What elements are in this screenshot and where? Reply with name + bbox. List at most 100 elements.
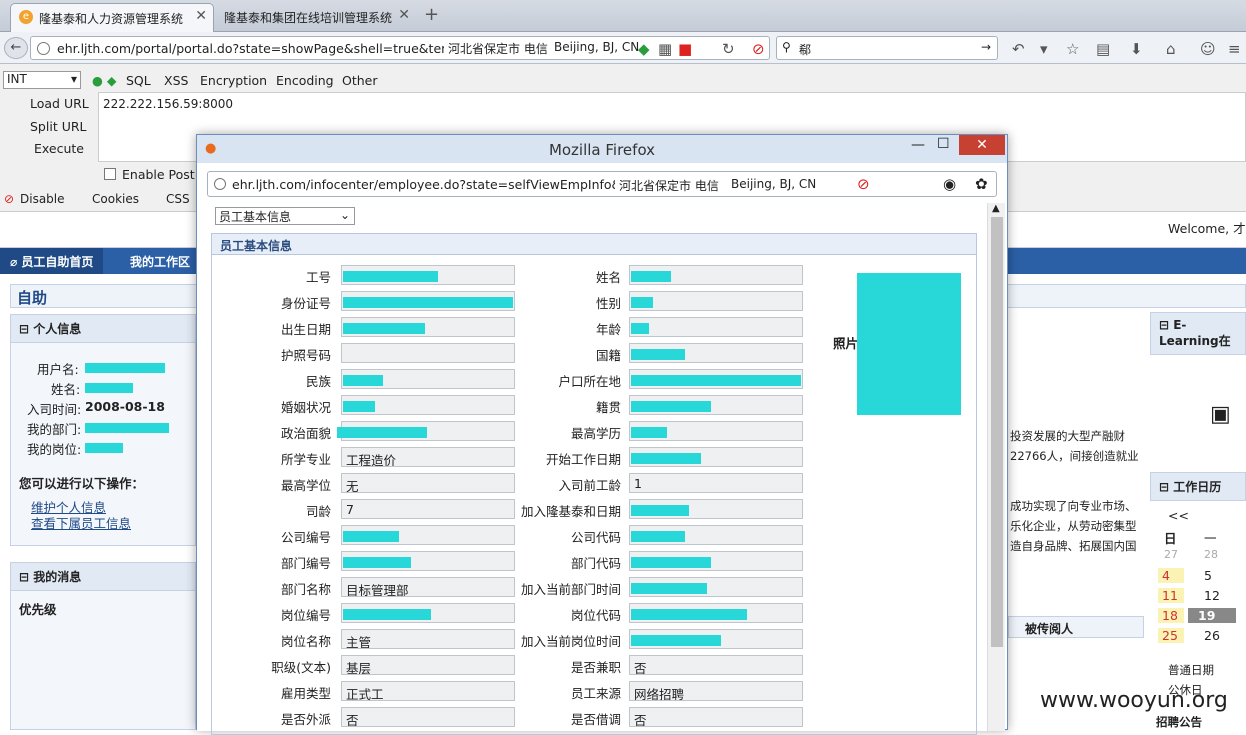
toggle-icon[interactable]: ● ◆: [92, 73, 117, 88]
block-icon[interactable]: ⊘: [752, 40, 765, 58]
calendar-day-header: 日: [1164, 531, 1177, 546]
calendar-cell[interactable]: 28: [1204, 548, 1218, 561]
left-field-value[interactable]: 基层: [341, 655, 515, 675]
chevron-down-icon: ▾: [70, 72, 77, 86]
emoji-icon[interactable]: ☺: [1200, 40, 1216, 58]
scroll-up-icon[interactable]: ▲: [992, 203, 1000, 214]
enable-post-label: Enable Post d: [122, 167, 207, 182]
calendar-cell[interactable]: 5: [1204, 568, 1212, 583]
news-line: 乐化企业，从劳动密集型: [1010, 519, 1137, 533]
new-tab-icon[interactable]: +: [424, 4, 439, 25]
right-field-value[interactable]: [629, 317, 803, 337]
right-field-value[interactable]: 1: [629, 473, 803, 493]
redaction: [343, 297, 513, 308]
left-field-value[interactable]: 无: [341, 473, 515, 493]
maximize-icon[interactable]: ☐: [937, 136, 950, 152]
calendar-cell[interactable]: 25: [1158, 628, 1184, 643]
flag-cn-icon: ■: [678, 40, 693, 58]
right-field-label: 籍贯: [595, 400, 621, 415]
go-arrow-icon[interactable]: →: [981, 40, 991, 54]
calendar-cell[interactable]: 4: [1158, 568, 1184, 583]
left-field-value[interactable]: 主管: [341, 629, 515, 649]
left-field-value[interactable]: [341, 343, 515, 363]
undo-icon[interactable]: ↶: [1012, 40, 1025, 58]
home-icon[interactable]: ⌂: [1166, 40, 1176, 58]
search-input[interactable]: ⚲ 郗 →: [776, 36, 998, 60]
left-field-label: 身份证号: [280, 296, 331, 311]
block-icon[interactable]: ⊘: [857, 175, 870, 193]
calendar-cell[interactable]: 27: [1164, 548, 1178, 561]
type-select[interactable]: INT ▾: [3, 71, 81, 89]
calendar-cell[interactable]: 12: [1204, 588, 1220, 603]
dropdown-icon[interactable]: ▾: [1040, 40, 1048, 58]
cookies-menu[interactable]: Cookies: [92, 192, 139, 206]
popup-content: 员工基本信息 ⌄ 员工基本信息 工号 身份证号 出生日期 护照号码 民族 婚姻状况 政治面貌…: [197, 203, 987, 735]
globe-tool-icon[interactable]: ◉: [943, 175, 956, 193]
menu-encoding[interactable]: Encoding: [276, 73, 334, 88]
tab-training-system[interactable]: 隆基泰和集团在线培训管理系统 ✕: [216, 3, 416, 32]
nav-home[interactable]: ⌀ 员工自助首页: [0, 248, 104, 274]
tab-label: 隆基泰和人力资源管理系统: [39, 12, 184, 26]
left-field-value[interactable]: 工程造价: [341, 447, 515, 467]
left-field-value[interactable]: 目标管理部: [341, 577, 515, 597]
calendar-header: ⊟ 工作日历: [1150, 472, 1246, 501]
close-window-button[interactable]: ✕: [959, 135, 1005, 155]
calendar-cell[interactable]: 11: [1158, 588, 1184, 603]
right-field-label: 加入当前部门时间: [520, 582, 621, 597]
right-field-value[interactable]: [629, 291, 803, 311]
disable-menu[interactable]: Disable: [20, 192, 65, 206]
reading-list-icon[interactable]: ▤: [1096, 40, 1110, 58]
menu-sql[interactable]: SQL: [126, 73, 151, 88]
redaction: [631, 375, 801, 386]
view-subordinates-link[interactable]: 查看下属员工信息: [31, 513, 131, 532]
site-favicon-icon: e: [19, 10, 33, 24]
right-field-value[interactable]: 网络招聘: [629, 681, 803, 701]
right-field-label: 年龄: [595, 322, 621, 337]
menu-xss[interactable]: XSS: [164, 73, 188, 88]
download-icon[interactable]: ⬇: [1130, 40, 1143, 58]
left-field-value[interactable]: 正式工: [341, 681, 515, 701]
redaction: [343, 323, 425, 334]
menu-other[interactable]: Other: [342, 73, 378, 88]
section-select[interactable]: 员工基本信息 ⌄: [215, 207, 355, 225]
right-field-value[interactable]: 否: [629, 707, 803, 727]
welcome-text: Welcome, 才: [1168, 221, 1246, 236]
left-field-label: 公司编号: [280, 530, 331, 545]
left-field-label: 最高学位: [280, 478, 331, 493]
left-field-value[interactable]: 7: [341, 499, 515, 519]
split-url-button[interactable]: Split URL: [30, 119, 87, 134]
calendar-cell[interactable]: 18: [1158, 608, 1184, 623]
tab-hr-system[interactable]: e 隆基泰和人力资源管理系统 ✕: [10, 3, 214, 32]
close-tab-icon[interactable]: ✕: [195, 8, 207, 24]
redaction: [631, 531, 685, 542]
bookmark-star-icon[interactable]: ☆: [1066, 40, 1079, 58]
css-menu[interactable]: CSS: [166, 192, 190, 206]
menu-encryption[interactable]: Encryption: [200, 73, 267, 88]
menu-icon[interactable]: ≡: [1228, 40, 1241, 58]
qr-icon[interactable]: ▦: [658, 40, 672, 58]
popup-address-bar[interactable]: ehr.ljth.com/infocenter/employee.do?stat…: [207, 171, 997, 197]
redaction: [343, 531, 399, 542]
popup-scrollbar[interactable]: ▲: [987, 203, 1005, 731]
calendar-cell[interactable]: 26: [1204, 628, 1220, 643]
execute-button[interactable]: Execute: [34, 141, 84, 156]
enable-post-checkbox[interactable]: [104, 168, 116, 180]
close-tab-icon[interactable]: ✕: [398, 7, 410, 23]
palette-icon[interactable]: ✿: [975, 175, 988, 193]
left-field-value[interactable]: 否: [341, 707, 515, 727]
personal-info-header: ⊟ 个人信息: [11, 315, 195, 343]
reload-icon[interactable]: ↻: [722, 40, 735, 58]
scrollbar-thumb[interactable]: [991, 217, 1003, 647]
legend-normal: 普通日期: [1168, 663, 1214, 677]
redaction: [631, 427, 667, 438]
elearning-logo-icon: ▣: [1210, 402, 1231, 427]
calendar-prev-button[interactable]: <<: [1168, 508, 1189, 523]
load-url-button[interactable]: Load URL: [30, 96, 89, 111]
minimize-icon[interactable]: —: [911, 137, 925, 153]
back-icon[interactable]: ←: [4, 37, 28, 59]
globe-icon: [214, 178, 226, 190]
calendar-today-cell[interactable]: 19: [1188, 608, 1236, 623]
right-field-label: 岗位代码: [570, 608, 621, 623]
right-field-value[interactable]: 否: [629, 655, 803, 675]
nav-workspace[interactable]: 我的工作区: [120, 248, 200, 274]
